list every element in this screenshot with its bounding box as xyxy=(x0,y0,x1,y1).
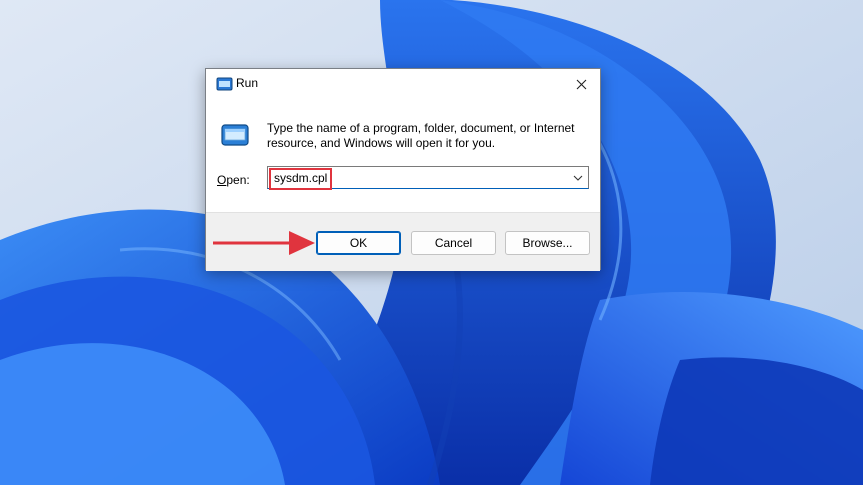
open-input[interactable] xyxy=(274,169,564,186)
chevron-down-icon xyxy=(573,175,583,181)
annotation-arrow-icon xyxy=(213,231,315,255)
dropdown-button[interactable] xyxy=(572,171,584,185)
open-label: Open: xyxy=(217,173,250,187)
run-dialog: Run Type the name of a program, folder, … xyxy=(205,68,601,271)
run-icon xyxy=(216,77,233,91)
open-label-rest: pen: xyxy=(226,173,250,187)
title-bar[interactable]: Run xyxy=(206,69,600,99)
open-label-accesskey: O xyxy=(217,173,227,187)
run-icon xyxy=(221,124,249,146)
ok-button[interactable]: OK xyxy=(316,231,401,255)
dialog-title: Run xyxy=(236,76,259,90)
button-bar: OK Cancel Browse... xyxy=(206,212,600,271)
close-icon xyxy=(576,79,586,89)
description-text: Type the name of a program, folder, docu… xyxy=(267,121,575,150)
browse-button[interactable]: Browse... xyxy=(505,231,590,255)
close-button[interactable] xyxy=(562,69,600,99)
open-combobox[interactable] xyxy=(267,166,589,189)
cancel-button[interactable]: Cancel xyxy=(411,231,496,255)
